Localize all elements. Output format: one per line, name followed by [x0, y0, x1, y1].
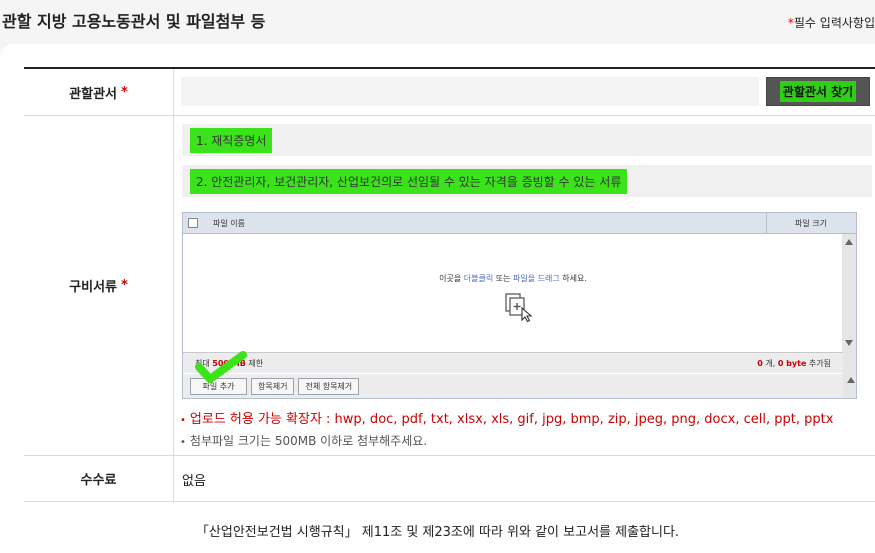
allowed-extensions-text: 업로드 허용 가능 확장자 : hwp, doc, pdf, txt, xlsx…	[189, 412, 834, 427]
fee-label: 수수료	[80, 473, 117, 488]
document-item: 1. 재직증명서	[182, 124, 872, 156]
allowed-extensions-note: • 업로드 허용 가능 확장자 : hwp, doc, pdf, txt, xls…	[180, 408, 833, 427]
document-item-label: 1. 재직증명서	[190, 127, 273, 153]
required-note-text: 필수 입력사항입	[793, 16, 875, 30]
section-header: 관할 지방 고용노동관서 및 파일첨부 등 *필수 입력사항입	[0, 0, 875, 44]
documents-row: 구비서류 * 1. 재직증명서 2. 안전관리자, 보건관리자, 산업보건의로 선…	[24, 116, 875, 456]
file-uploader: 파일 이름 파일 크기 이곳을 더블클릭 또는 파일을 드래그 하세요. 최대 …	[182, 212, 857, 399]
drop-suffix: 하세요.	[559, 274, 587, 283]
note-bullet: •	[180, 415, 186, 426]
fee-label-cell: 수수료	[24, 456, 174, 501]
scroll-up-small-icon[interactable]	[847, 377, 855, 383]
section-title: 관할 지방 고용노동관서 및 파일첨부 등	[2, 12, 266, 31]
drop-mid: 또는	[493, 274, 513, 283]
remove-item-button-label: 항목제거	[258, 381, 288, 391]
uploader-status-bar: 최대 500 MB 제한 0 개, 0 byte 추가됨	[183, 352, 843, 373]
count-suffix: 추가됨	[806, 359, 831, 368]
file-list-scrollbar[interactable]	[842, 234, 856, 398]
file-size-note: • 첨부파일 크기는 500MB 이하로 첨부해주세요.	[180, 432, 427, 449]
fee-value-cell: 없음	[174, 456, 875, 501]
find-office-button-label: 관할관서 찾기	[779, 81, 857, 102]
note-bullet: •	[180, 437, 186, 448]
drop-link-doubleclick: 더블클릭	[463, 274, 494, 283]
drop-link-drag: 파일을 드래그	[513, 274, 560, 283]
remove-all-items-button[interactable]: 전체 항목제거	[298, 377, 360, 395]
added-byte-count: 0 byte	[777, 359, 807, 368]
add-file-icon	[505, 293, 533, 322]
scroll-up-icon[interactable]	[845, 239, 853, 245]
uploader-header: 파일 이름 파일 크기	[183, 213, 856, 234]
drop-prefix: 이곳을	[439, 274, 464, 283]
file-size-text: 첨부파일 크기는 500MB 이하로 첨부해주세요.	[189, 434, 428, 448]
file-name-column-header: 파일 이름	[213, 218, 245, 228]
file-drop-zone[interactable]: 이곳을 더블클릭 또는 파일을 드래그 하세요.	[183, 234, 843, 352]
drop-instructions: 이곳을 더블클릭 또는 파일을 드래그 하세요.	[183, 273, 843, 284]
office-required-star: *	[121, 84, 128, 100]
select-all-checkbox[interactable]	[188, 218, 198, 228]
remove-item-button[interactable]: 항목제거	[251, 377, 295, 395]
document-item-label: 2. 안전관리자, 보건관리자, 산업보건의로 선임될 수 있는 자격을 증빙할…	[190, 168, 628, 194]
required-note: *필수 입력사항입	[788, 14, 875, 31]
office-row: 관할관서 * 관할관서 찾기	[24, 69, 875, 116]
documents-label: 구비서류	[69, 280, 118, 295]
added-files-count: 0 개, 0 byte 추가됨	[757, 358, 831, 369]
office-input[interactable]	[181, 77, 759, 106]
scroll-down-icon[interactable]	[845, 340, 853, 346]
office-label: 관할관서	[69, 86, 118, 102]
submission-statement: 「산업안전보건법 시행규칙」 제11조 및 제23조에 따라 위와 같이 보고서…	[195, 525, 680, 540]
fee-row: 수수료 없음	[24, 456, 875, 502]
documents-required-star: *	[121, 278, 128, 293]
count-mid: 개,	[762, 359, 778, 368]
office-value-cell: 관할관서 찾기	[174, 69, 875, 115]
form-table: 관할관서 * 관할관서 찾기 구비서류 * 1. 재직증명서 2. 안전관리자, 보…	[24, 67, 875, 502]
remove-all-items-button-label: 전체 항목제거	[305, 381, 353, 391]
office-label-cell: 관할관서 *	[24, 69, 174, 115]
file-size-column-label: 파일 크기	[795, 218, 827, 228]
documents-value-cell: 1. 재직증명서 2. 안전관리자, 보건관리자, 산업보건의로 선임될 수 있…	[174, 116, 875, 455]
documents-label-cell: 구비서류 *	[24, 116, 174, 455]
find-office-button[interactable]: 관할관서 찾기	[766, 77, 870, 106]
document-item: 2. 안전관리자, 보건관리자, 산업보건의로 선임될 수 있는 자격을 증빙할…	[182, 165, 872, 197]
file-size-column-header: 파일 크기	[766, 213, 856, 233]
uploader-button-bar: 파일 추가 항목제거 전체 항목제거	[183, 374, 843, 398]
fee-value: 없음	[182, 474, 206, 489]
checkmark-annotation-icon	[195, 351, 247, 383]
limit-suffix: 제한	[245, 358, 264, 368]
